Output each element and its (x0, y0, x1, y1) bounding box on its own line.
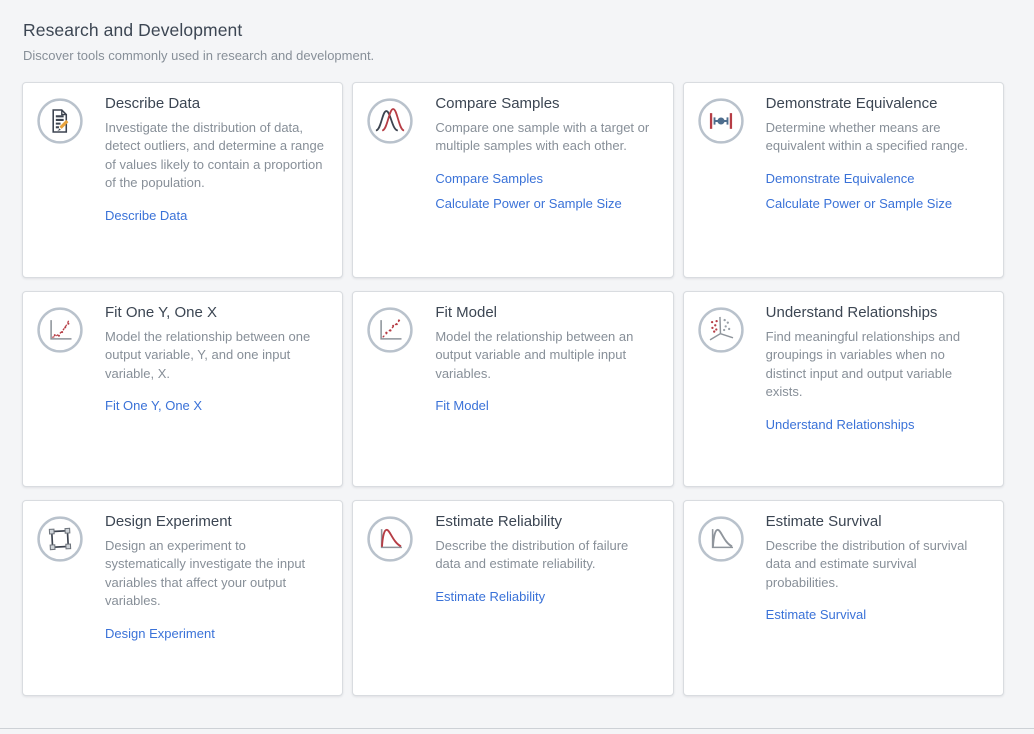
document-pencil-icon (37, 98, 83, 144)
card-title: Compare Samples (435, 95, 656, 112)
research-development-page: Research and Development Discover tools … (0, 0, 1034, 696)
card-link-compare-samples-0[interactable]: Compare Samples (435, 171, 656, 186)
card-description: Describe the distribution of failure dat… (435, 537, 656, 574)
card-estimate-survival: Estimate Survival Describe the distribut… (683, 500, 1004, 696)
card-link-understand-relationships-0[interactable]: Understand Relationships (766, 417, 987, 432)
card-design-experiment: Design Experiment Design an experiment t… (22, 500, 343, 696)
card-title: Estimate Survival (766, 513, 987, 530)
card-compare-samples: Compare Samples Compare one sample with … (352, 82, 673, 278)
card-title: Understand Relationships (766, 304, 987, 321)
design-square-icon (37, 516, 83, 562)
card-describe-data: Describe Data Investigate the distributi… (22, 82, 343, 278)
card-description: Model the relationship between one outpu… (105, 328, 326, 383)
card-links: Estimate Survival (766, 607, 987, 622)
card-link-demonstrate-equivalence-1[interactable]: Calculate Power or Sample Size (766, 196, 987, 211)
card-description: Determine whether means are equivalent w… (766, 119, 987, 156)
card-link-demonstrate-equivalence-0[interactable]: Demonstrate Equivalence (766, 171, 987, 186)
card-demonstrate-equivalence: Demonstrate Equivalence Determine whethe… (683, 82, 1004, 278)
card-description: Model the relationship between an output… (435, 328, 656, 383)
card-title: Fit One Y, One X (105, 304, 326, 321)
overlapping-distributions-icon (367, 98, 413, 144)
card-links: Design Experiment (105, 626, 326, 641)
card-title: Estimate Reliability (435, 513, 656, 530)
card-links: Describe Data (105, 208, 326, 223)
card-description: Investigate the distribution of data, de… (105, 119, 326, 193)
card-link-compare-samples-1[interactable]: Calculate Power or Sample Size (435, 196, 656, 211)
card-description: Find meaningful relationships and groupi… (766, 328, 987, 402)
card-fit-one-y-one-x: Fit One Y, One X Model the relationship … (22, 291, 343, 487)
line-fit-plot-icon (367, 307, 413, 353)
card-description: Design an experiment to systematically i… (105, 537, 326, 611)
survival-distribution-icon (698, 516, 744, 562)
card-description: Describe the distribution of survival da… (766, 537, 987, 592)
card-title: Design Experiment (105, 513, 326, 530)
bottom-divider (0, 728, 1034, 729)
card-fit-model: Fit Model Model the relationship between… (352, 291, 673, 487)
card-link-fit-model-0[interactable]: Fit Model (435, 398, 656, 413)
card-link-describe-data-0[interactable]: Describe Data (105, 208, 326, 223)
page-title: Research and Development (23, 20, 1004, 41)
card-links: Compare Samples Calculate Power or Sample… (435, 171, 656, 211)
curve-fit-plot-icon (37, 307, 83, 353)
card-description: Compare one sample with a target or mult… (435, 119, 656, 156)
card-link-estimate-survival-0[interactable]: Estimate Survival (766, 607, 987, 622)
card-link-estimate-reliability-0[interactable]: Estimate Reliability (435, 589, 656, 604)
card-links: Fit One Y, One X (105, 398, 326, 413)
card-links: Estimate Reliability (435, 589, 656, 604)
card-link-fit-one-y-one-x-0[interactable]: Fit One Y, One X (105, 398, 326, 413)
card-estimate-reliability: Estimate Reliability Describe the distri… (352, 500, 673, 696)
equivalence-interval-icon (698, 98, 744, 144)
card-links: Demonstrate Equivalence Calculate Power o… (766, 171, 987, 211)
card-links: Fit Model (435, 398, 656, 413)
failure-distribution-icon (367, 516, 413, 562)
cards-grid: Describe Data Investigate the distributi… (22, 82, 1004, 696)
card-title: Describe Data (105, 95, 326, 112)
card-link-design-experiment-0[interactable]: Design Experiment (105, 626, 326, 641)
card-links: Understand Relationships (766, 417, 987, 432)
3d-scatter-icon (698, 307, 744, 353)
card-title: Demonstrate Equivalence (766, 95, 987, 112)
card-title: Fit Model (435, 304, 656, 321)
card-understand-relationships: Understand Relationships Find meaningful… (683, 291, 1004, 487)
page-subtitle: Discover tools commonly used in research… (23, 48, 1004, 63)
